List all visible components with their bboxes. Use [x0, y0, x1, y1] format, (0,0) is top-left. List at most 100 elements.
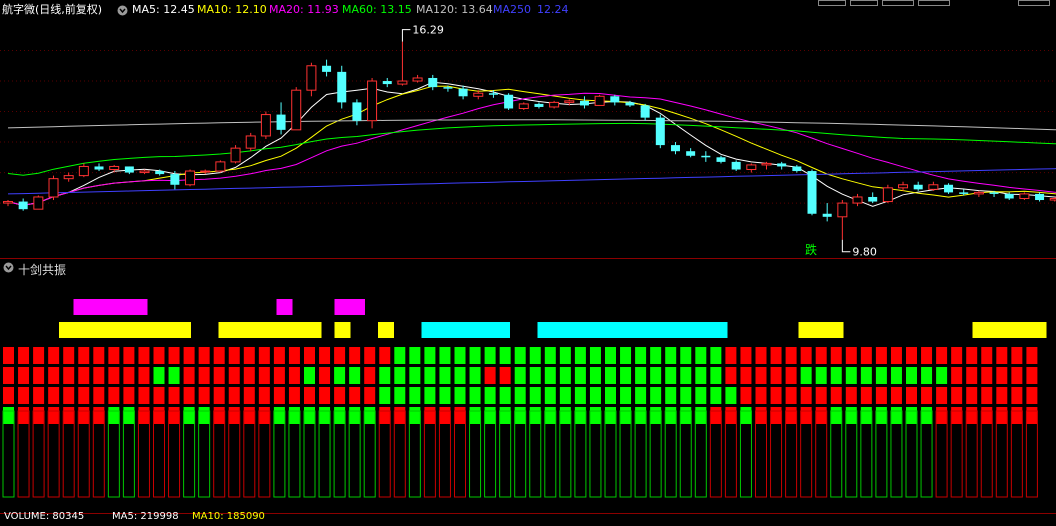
signal-cell	[590, 387, 601, 404]
signal-cell	[635, 407, 646, 424]
toolbar-tab-3[interactable]	[882, 0, 914, 6]
signal-cell	[199, 387, 210, 404]
signal-cell	[816, 407, 827, 424]
collapse-icon[interactable]	[3, 262, 14, 273]
signal-cell	[349, 387, 360, 404]
signal-cell	[936, 367, 947, 384]
toolbar-tab-2[interactable]	[850, 0, 878, 6]
signal-cell	[18, 387, 29, 404]
candlestick	[656, 115, 665, 149]
signal-cell	[756, 407, 767, 424]
signal-cell	[277, 299, 293, 315]
candlestick	[1020, 192, 1029, 200]
signal-cell	[319, 387, 330, 404]
signal-cell	[530, 347, 541, 364]
candlestick	[79, 163, 88, 177]
candlestick	[231, 145, 240, 163]
signal-cell	[277, 322, 293, 338]
signal-cell	[33, 407, 44, 424]
signal-cell	[334, 407, 345, 424]
indicator-toggle-icon[interactable]	[117, 5, 128, 16]
signal-cell	[169, 407, 180, 424]
signal-cell	[560, 387, 571, 404]
signal-cell	[786, 387, 797, 404]
signal-cell	[3, 367, 14, 384]
signal-cell	[455, 367, 466, 384]
signal-cell	[921, 387, 932, 404]
signal-cell	[304, 407, 315, 424]
candlestick	[671, 142, 680, 154]
signal-cell	[680, 387, 691, 404]
ma20-line	[8, 93, 1056, 205]
candlestick	[368, 78, 377, 128]
signal-cell	[88, 299, 104, 315]
signal-cell	[515, 407, 526, 424]
signal-cell	[846, 367, 857, 384]
signal-cell	[259, 407, 270, 424]
signal-cell	[274, 387, 285, 404]
signal-cell	[18, 347, 29, 364]
signal-cell	[981, 347, 992, 364]
ma60-line	[8, 123, 1056, 175]
signal-cell	[973, 322, 989, 338]
price-chart[interactable]: 16.299.80跌财	[0, 20, 1056, 258]
signal-cell	[117, 299, 133, 315]
signal-cell	[424, 407, 435, 424]
signal-cell	[154, 407, 165, 424]
signal-cell	[515, 367, 526, 384]
signal-cell	[394, 407, 405, 424]
candlestick	[701, 151, 710, 162]
candlestick	[853, 194, 862, 206]
signal-cell	[93, 367, 104, 384]
signal-cell	[740, 347, 751, 364]
candlestick	[550, 101, 559, 109]
signal-cell	[951, 387, 962, 404]
signal-cell	[500, 407, 511, 424]
toolbar-tab-5[interactable]	[1018, 0, 1050, 6]
candlestick	[307, 63, 316, 97]
annotation-leader	[842, 240, 850, 252]
signal-cell	[214, 347, 225, 364]
signal-cell	[48, 407, 59, 424]
signal-cell	[665, 347, 676, 364]
signal-cell	[132, 299, 148, 315]
candlestick	[19, 199, 28, 211]
signal-cell	[650, 347, 661, 364]
signal-cell	[1026, 347, 1037, 364]
signal-cell	[422, 322, 438, 338]
toolbar-tab-4[interactable]	[918, 0, 950, 6]
signal-cell	[876, 407, 887, 424]
signal-cell	[936, 347, 947, 364]
signal-cell	[786, 347, 797, 364]
signal-cell	[635, 367, 646, 384]
signal-cell	[88, 322, 104, 338]
signal-cell	[33, 347, 44, 364]
signal-cell	[349, 407, 360, 424]
signal-cell	[184, 407, 195, 424]
signal-cell	[801, 407, 812, 424]
signal-cell	[78, 347, 89, 364]
toolbar-tab-1[interactable]	[818, 0, 846, 6]
signal-cell	[465, 322, 481, 338]
signal-cell	[966, 347, 977, 364]
signal-cell	[244, 347, 255, 364]
ma60-value: MA60: 13.15	[342, 3, 412, 17]
candlestick	[823, 203, 832, 221]
signal-cell	[33, 387, 44, 404]
signal-cell	[379, 407, 390, 424]
signal-cell	[1026, 367, 1037, 384]
candlestick	[337, 66, 346, 109]
signal-cell	[274, 347, 285, 364]
signal-cell	[1002, 322, 1018, 338]
signal-cell	[233, 322, 249, 338]
candlestick	[914, 182, 923, 191]
signal-cell	[248, 322, 264, 338]
signal-cell	[108, 367, 119, 384]
candlestick	[459, 86, 468, 100]
signal-cell	[123, 387, 134, 404]
signal-cell	[63, 407, 74, 424]
price-extreme-label: 9.80	[852, 246, 877, 258]
signal-cell	[349, 347, 360, 364]
signal-cell	[987, 322, 1003, 338]
signal-cell	[951, 347, 962, 364]
